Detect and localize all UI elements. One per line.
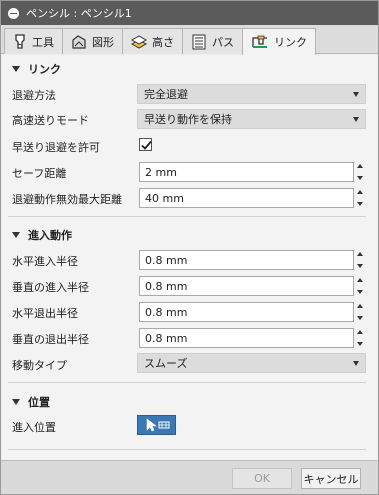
passes-icon	[192, 34, 206, 49]
ok-button[interactable]: OK	[232, 468, 292, 489]
tab-tool[interactable]: 工具	[4, 28, 63, 54]
input-value: 0.8 mm	[145, 331, 188, 345]
max-stay-down-label: 退避動作無効最大距離	[12, 193, 122, 206]
input-value: 2 mm	[145, 165, 177, 179]
safe-distance-input[interactable]: 2 mm	[139, 162, 354, 182]
h-lead-in-label: 水平進入半径	[12, 255, 78, 268]
dialog-footer: OK キャンセル	[1, 460, 378, 494]
spin-up-icon[interactable]	[357, 190, 363, 194]
safe-distance-spinner[interactable]	[355, 162, 365, 182]
section-title: 位置	[28, 396, 50, 409]
spin-down-icon[interactable]	[357, 176, 363, 180]
h-lead-out-input[interactable]: 0.8 mm	[139, 302, 354, 322]
dialog-window: ペンシル : ペンシル1 工具 図形 高さ パス リンク リンク 退避方法 完全…	[0, 0, 379, 495]
input-value: 0.8 mm	[145, 305, 188, 319]
heights-icon	[131, 34, 147, 49]
v-lead-in-input[interactable]: 0.8 mm	[139, 276, 354, 296]
spin-down-icon[interactable]	[357, 342, 363, 346]
section-divider	[8, 216, 366, 217]
tool-icon	[15, 33, 25, 49]
select-value: 早送り動作を保持	[144, 113, 232, 126]
high-feed-select[interactable]: 早送り動作を保持	[137, 109, 366, 129]
h-lead-in-input[interactable]: 0.8 mm	[139, 250, 354, 270]
linking-panel: リンク 退避方法 完全退避 高速送りモード 早送り動作を保持 早送り退避を許可 …	[2, 55, 377, 460]
v-lead-out-input[interactable]: 0.8 mm	[139, 328, 354, 348]
entry-position-button[interactable]	[137, 415, 176, 435]
section-title: リンク	[28, 63, 61, 76]
safe-distance-label: セーフ距離	[12, 167, 67, 180]
select-value: スムーズ	[144, 357, 188, 370]
section-divider	[8, 382, 366, 383]
v-lead-out-spinner[interactable]	[355, 328, 365, 348]
tab-label: 図形	[92, 35, 114, 49]
spin-down-icon[interactable]	[357, 202, 363, 206]
cursor-select-icon	[146, 418, 169, 432]
spin-up-icon[interactable]	[357, 304, 363, 308]
linking-icon	[252, 35, 267, 48]
chevron-down-icon	[353, 92, 359, 97]
v-lead-out-label: 垂直の退出半径	[12, 333, 89, 346]
max-stay-down-input[interactable]: 40 mm	[139, 188, 354, 208]
cancel-button[interactable]: キャンセル	[301, 468, 361, 489]
chevron-down-icon	[353, 117, 359, 122]
transition-label: 移動タイプ	[12, 359, 67, 372]
collapse-icon	[12, 232, 20, 238]
tab-label: パス	[212, 35, 234, 49]
title-bar: ペンシル : ペンシル1	[1, 1, 378, 25]
tab-passes[interactable]: パス	[182, 28, 243, 54]
input-value: 0.8 mm	[145, 253, 188, 267]
entry-position-label: 進入位置	[12, 421, 56, 434]
collapse-icon	[12, 399, 20, 405]
spin-up-icon[interactable]	[357, 330, 363, 334]
spin-down-icon[interactable]	[357, 290, 363, 294]
tab-label: リンク	[274, 36, 307, 49]
spin-up-icon[interactable]	[357, 164, 363, 168]
v-lead-in-spinner[interactable]	[355, 276, 365, 296]
retract-policy-select[interactable]: 完全退避	[137, 84, 366, 104]
section-header-leadin[interactable]: 進入動作	[12, 227, 72, 243]
geometry-icon	[72, 34, 86, 49]
transition-select[interactable]: スムーズ	[137, 353, 366, 373]
tab-label: 工具	[32, 35, 54, 49]
tab-label: 高さ	[152, 35, 174, 49]
spin-down-icon[interactable]	[357, 316, 363, 320]
high-feed-label: 高速送りモード	[12, 114, 89, 127]
section-title: 進入動作	[28, 229, 72, 242]
spin-up-icon[interactable]	[357, 252, 363, 256]
minimize-icon[interactable]	[8, 7, 19, 19]
section-header-position[interactable]: 位置	[12, 394, 50, 410]
h-lead-in-spinner[interactable]	[355, 250, 365, 270]
select-value: 完全退避	[144, 88, 188, 101]
chevron-down-icon	[353, 361, 359, 366]
tab-linking[interactable]: リンク	[242, 28, 316, 55]
section-divider	[8, 449, 366, 450]
window-title: ペンシル : ペンシル1	[26, 7, 132, 20]
retract-policy-label: 退避方法	[12, 89, 56, 102]
spin-up-icon[interactable]	[357, 278, 363, 282]
allow-rapid-checkbox[interactable]	[139, 138, 152, 151]
tab-geometry[interactable]: 図形	[62, 28, 123, 54]
input-value: 40 mm	[145, 191, 184, 205]
collapse-icon	[12, 66, 20, 72]
spin-down-icon[interactable]	[357, 264, 363, 268]
checkmark-icon	[141, 140, 152, 150]
max-stay-down-spinner[interactable]	[355, 188, 365, 208]
section-header-linking[interactable]: リンク	[12, 61, 61, 77]
h-lead-out-label: 水平退出半径	[12, 307, 78, 320]
tab-heights[interactable]: 高さ	[122, 28, 183, 54]
v-lead-in-label: 垂直の進入半径	[12, 281, 89, 294]
tab-bar: 工具 図形 高さ パス リンク	[1, 25, 378, 55]
h-lead-out-spinner[interactable]	[355, 302, 365, 322]
input-value: 0.8 mm	[145, 279, 188, 293]
allow-rapid-label: 早送り退避を許可	[12, 141, 100, 154]
